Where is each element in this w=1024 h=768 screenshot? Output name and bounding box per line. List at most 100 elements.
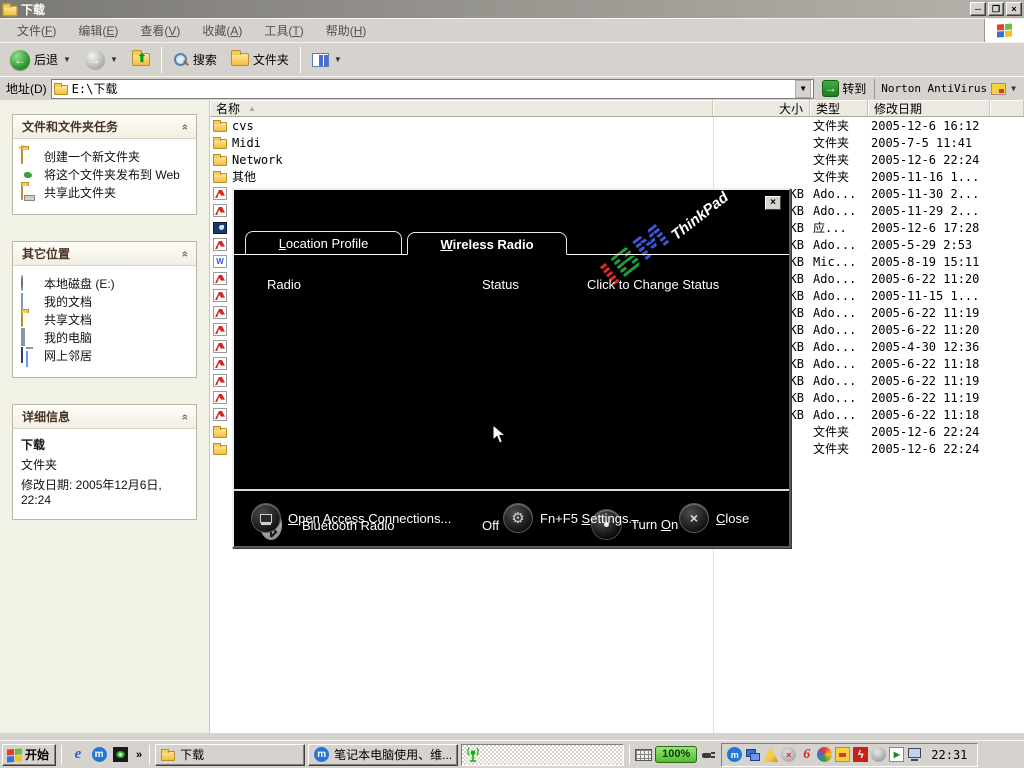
title-bar[interactable]: 下载 ─ ❐ × — [0, 0, 1024, 18]
forward-dropdown-icon[interactable]: ▼ — [110, 55, 118, 64]
file-name: 其他 — [232, 168, 256, 185]
close-button[interactable]: × — [1006, 2, 1022, 16]
menu-item-favorites[interactable]: 收藏(A) — [191, 20, 253, 41]
collapse-chevron-icon[interactable]: » — [179, 250, 191, 256]
pdf-file-icon — [213, 289, 227, 302]
task-button-wireless-pressed[interactable] — [461, 744, 624, 766]
views-dropdown-icon[interactable]: ▼ — [334, 55, 342, 64]
file-type: Mic... — [810, 255, 868, 269]
open-access-connections-button[interactable]: Open Access Connections... — [252, 504, 451, 532]
tray-network-places-icon[interactable] — [745, 747, 760, 762]
file-row[interactable]: cvs文件夹2005-12-6 16:12 — [210, 117, 1024, 134]
column-date[interactable]: 修改日期 — [868, 100, 990, 116]
word-file-icon: W — [213, 255, 227, 268]
tray-scheduler-icon[interactable]: ▶ — [889, 747, 904, 762]
norton-antivirus-button[interactable]: Norton AntiVirus ▼ — [874, 79, 1022, 99]
panel-header-tasks[interactable]: 文件和文件夹任务 » — [13, 115, 196, 139]
file-row[interactable]: 其他文件夹2005-11-16 1... — [210, 168, 1024, 185]
column-size[interactable]: 大小 — [713, 100, 810, 116]
file-row[interactable]: Midi文件夹2005-7-5 11:41 — [210, 134, 1024, 151]
pdf-file-icon — [213, 187, 227, 200]
file-row[interactable]: Network文件夹2005-12-6 22:24 — [210, 151, 1024, 168]
tray-display-settings-icon[interactable] — [763, 747, 778, 762]
computer-icon — [21, 331, 37, 345]
address-input[interactable]: E:\下载 ▼ — [51, 79, 815, 99]
folders-button[interactable]: 文件夹 — [225, 48, 295, 71]
sidebar-item[interactable]: 本地磁盘 (E:) — [21, 278, 190, 291]
battery-indicator[interactable]: 100% — [655, 746, 697, 763]
panel-header-places[interactable]: 其它位置» — [13, 242, 196, 266]
norton-label: Norton AntiVirus — [881, 82, 987, 95]
search-button[interactable]: 搜索 — [167, 48, 223, 71]
file-date: 2005-6-22 11:18 — [868, 408, 990, 422]
file-date: 2005-12-6 16:12 — [868, 119, 990, 133]
file-date: 2005-12-6 17:28 — [868, 221, 990, 235]
pdf-file-icon — [213, 323, 227, 336]
task-button-download[interactable]: 下载 — [155, 744, 305, 766]
globe-icon — [21, 168, 37, 182]
collapse-chevron-icon[interactable]: » — [179, 413, 191, 419]
tray-device-disabled-icon[interactable]: × — [781, 747, 796, 762]
menu-item-help[interactable]: 帮助(H) — [315, 20, 378, 41]
menu-item-edit[interactable]: 编辑(E) — [67, 20, 129, 41]
tray-sogou-icon[interactable]: 6 — [799, 747, 814, 762]
close-button[interactable]: ×Close — [680, 504, 749, 532]
column-name[interactable]: 名称▲ — [210, 100, 713, 116]
go-icon: → — [822, 80, 839, 97]
menu-item-view[interactable]: 查看(V) — [129, 20, 191, 41]
sidebar-item[interactable]: 网上邻居 — [21, 350, 190, 363]
task-button-browser[interactable]: m 笔记本电脑使用、维... — [308, 744, 458, 766]
sidebar-item[interactable]: 我的电脑 — [21, 332, 190, 345]
quick-launch: em — [67, 747, 131, 763]
folder-icon — [161, 751, 175, 761]
sidebar-item[interactable]: 我的文档 — [21, 296, 190, 309]
up-button[interactable]: ⬆ — [126, 50, 156, 69]
start-button[interactable]: 开始 — [2, 744, 56, 766]
file-date: 2005-11-16 1... — [868, 170, 990, 184]
dialog-close-button[interactable]: × — [765, 196, 781, 210]
sidebar-item[interactable]: 创建一个新文件夹 — [21, 151, 190, 164]
go-button[interactable]: → 转到 — [818, 79, 870, 98]
tab-wireless-radio[interactable]: Wireless Radio — [407, 232, 567, 255]
folder-file-icon — [213, 139, 227, 149]
sidebar-item[interactable]: 共享此文件夹 — [21, 187, 190, 200]
views-button[interactable]: ▼ — [306, 50, 348, 70]
collapse-chevron-icon[interactable]: » — [179, 123, 191, 129]
quick-launch-maxthon-icon[interactable]: m — [91, 747, 107, 763]
tray-norton-card-icon[interactable] — [835, 747, 850, 762]
input-method-keyboard-icon[interactable] — [635, 749, 652, 761]
menu-items: 文件(F)编辑(E)查看(V)收藏(A)工具(T)帮助(H) — [0, 19, 984, 42]
forward-button[interactable]: → ▼ — [79, 47, 124, 73]
tray-maxthon-icon[interactable]: m — [727, 747, 742, 762]
address-dropdown-icon[interactable]: ▼ — [795, 80, 811, 98]
norton-dropdown-icon[interactable]: ▼ — [1011, 84, 1016, 93]
back-dropdown-icon[interactable]: ▼ — [63, 55, 71, 64]
tray-volume-ball-icon[interactable] — [871, 747, 886, 762]
file-type: Ado... — [810, 204, 868, 218]
tray-color-wheel-icon[interactable] — [817, 747, 832, 762]
restore-button[interactable]: ❐ — [988, 2, 1004, 16]
file-date: 2005-6-22 11:20 — [868, 323, 990, 337]
back-icon: ← — [10, 50, 30, 70]
tray-network-connection-icon[interactable] — [907, 747, 922, 762]
back-button[interactable]: ← 后退 ▼ — [4, 47, 77, 73]
file-date: 2005-12-6 22:24 — [868, 425, 990, 439]
tab-location-profile[interactable]: Location Profile — [245, 231, 402, 254]
fn-f5-settings-button[interactable]: ⚙Fn+F5 Settings... — [504, 504, 639, 532]
panel-header-details[interactable]: 详细信息 » — [13, 405, 196, 429]
menu-item-tools[interactable]: 工具(T) — [253, 20, 314, 41]
sidebar-item[interactable]: 将这个文件夹发布到 Web — [21, 169, 190, 182]
panel-title: 详细信息 — [22, 408, 70, 425]
file-date: 2005-11-29 2... — [868, 204, 990, 218]
radio-column-label: Radio — [267, 277, 301, 292]
quick-launch-internet-explorer-icon[interactable]: e — [70, 747, 86, 763]
sidebar-item[interactable]: 共享文档 — [21, 314, 190, 327]
back-label: 后退 — [34, 51, 58, 68]
minimize-button[interactable]: ─ — [970, 2, 986, 16]
column-type[interactable]: 类型 — [810, 100, 868, 116]
quick-launch-overflow[interactable]: » — [134, 749, 144, 761]
quick-launch-acdsee-icon[interactable] — [112, 747, 128, 763]
tray-access-connections-icon[interactable]: ϟ — [853, 747, 868, 762]
menu-item-file[interactable]: 文件(F) — [6, 20, 67, 41]
panel-title: 文件和文件夹任务 — [22, 118, 118, 135]
